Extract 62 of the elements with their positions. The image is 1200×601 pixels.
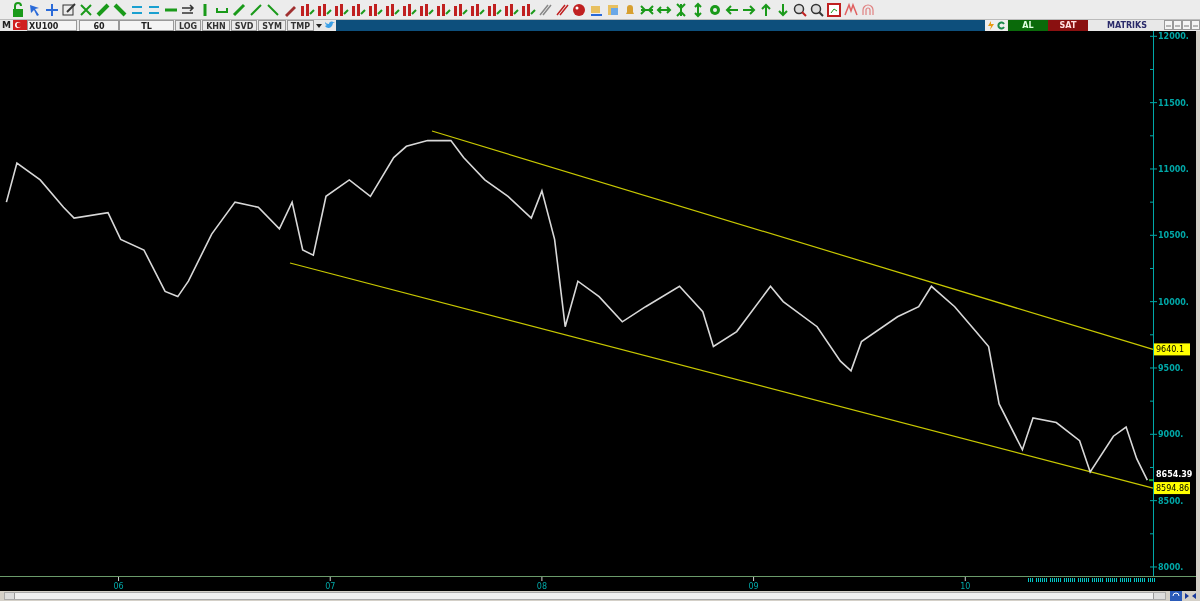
diagonal-bars-icon[interactable] <box>112 1 128 18</box>
axis-tick <box>118 576 120 582</box>
zoom-out-icon[interactable] <box>809 1 825 18</box>
axis-tick <box>541 576 543 582</box>
diagonal-line-icon[interactable] <box>231 1 247 18</box>
compress-vertical-icon[interactable] <box>673 1 689 18</box>
bar-chart-icon[interactable] <box>367 1 383 18</box>
period-field[interactable]: 60 <box>78 20 119 31</box>
brand-label: MATRIKS <box>1105 20 1149 31</box>
axis-label: 08 <box>536 582 547 591</box>
trend-line-icon[interactable] <box>248 1 264 18</box>
mode-letter[interactable]: M <box>0 20 13 31</box>
axis-label: 8500. <box>1158 496 1184 506</box>
trend-line-icon[interactable] <box>265 1 281 18</box>
axis-label: 11000. <box>1158 164 1189 174</box>
price-badge: 9640.1 <box>1154 343 1190 356</box>
buy-button[interactable]: AL <box>1008 20 1048 31</box>
axis-label: 06 <box>113 582 124 591</box>
diagonal-bars-icon[interactable] <box>95 1 111 18</box>
axis-label: 12000. <box>1158 32 1189 42</box>
bar-chart-icon[interactable] <box>401 1 417 18</box>
bar-chart-icon[interactable] <box>333 1 349 18</box>
bar-chart-icon[interactable] <box>469 1 485 18</box>
lock-icon[interactable] <box>10 1 26 18</box>
axis-label: 07 <box>325 582 336 591</box>
sell-button[interactable]: SAT <box>1048 20 1088 31</box>
price-badge: 8594.86 <box>1154 482 1190 495</box>
axis-tick <box>964 576 966 582</box>
bar-chart-icon[interactable] <box>520 1 536 18</box>
bar-chart-icon[interactable] <box>299 1 315 18</box>
bar-chart-icon[interactable] <box>486 1 502 18</box>
bar-chart-icon[interactable] <box>418 1 434 18</box>
refresh-icon[interactable] <box>996 20 1007 31</box>
edit-icon[interactable] <box>61 1 77 18</box>
bar-chart-icon[interactable] <box>316 1 332 18</box>
axis-label: 9000. <box>1158 430 1184 440</box>
axis-label: 10000. <box>1158 297 1189 307</box>
lightning-icon[interactable] <box>985 20 996 31</box>
axis-label: 8000. <box>1158 563 1184 572</box>
horizontal-scrollbar[interactable] <box>4 592 1166 600</box>
bar-chart-icon[interactable] <box>452 1 468 18</box>
axis-label: 10 <box>960 582 971 591</box>
bar-chart-icon[interactable] <box>435 1 451 18</box>
axis-label: 09 <box>748 582 759 591</box>
bar-chart-icon[interactable] <box>503 1 519 18</box>
last-price-label: 8654.39 <box>1154 470 1194 480</box>
axis-tick <box>753 576 755 582</box>
framed-chart-icon[interactable] <box>826 1 842 18</box>
bar-chart-icon[interactable] <box>384 1 400 18</box>
trend-line[interactable] <box>289 262 1154 489</box>
arc-icon[interactable] <box>860 1 876 18</box>
zoom-in-icon[interactable] <box>792 1 808 18</box>
axis-label: 11500. <box>1158 98 1189 108</box>
crosshair-icon[interactable] <box>44 1 60 18</box>
bar-chart-icon[interactable] <box>350 1 366 18</box>
axis-label: 10500. <box>1158 231 1189 241</box>
zigzag-icon[interactable] <box>843 1 859 18</box>
axis-tick <box>329 576 331 582</box>
currency-field[interactable]: TL <box>118 20 174 31</box>
axis-label: 9500. <box>1158 364 1184 373</box>
flag-icon <box>12 20 27 30</box>
trend-line[interactable] <box>431 130 1154 350</box>
